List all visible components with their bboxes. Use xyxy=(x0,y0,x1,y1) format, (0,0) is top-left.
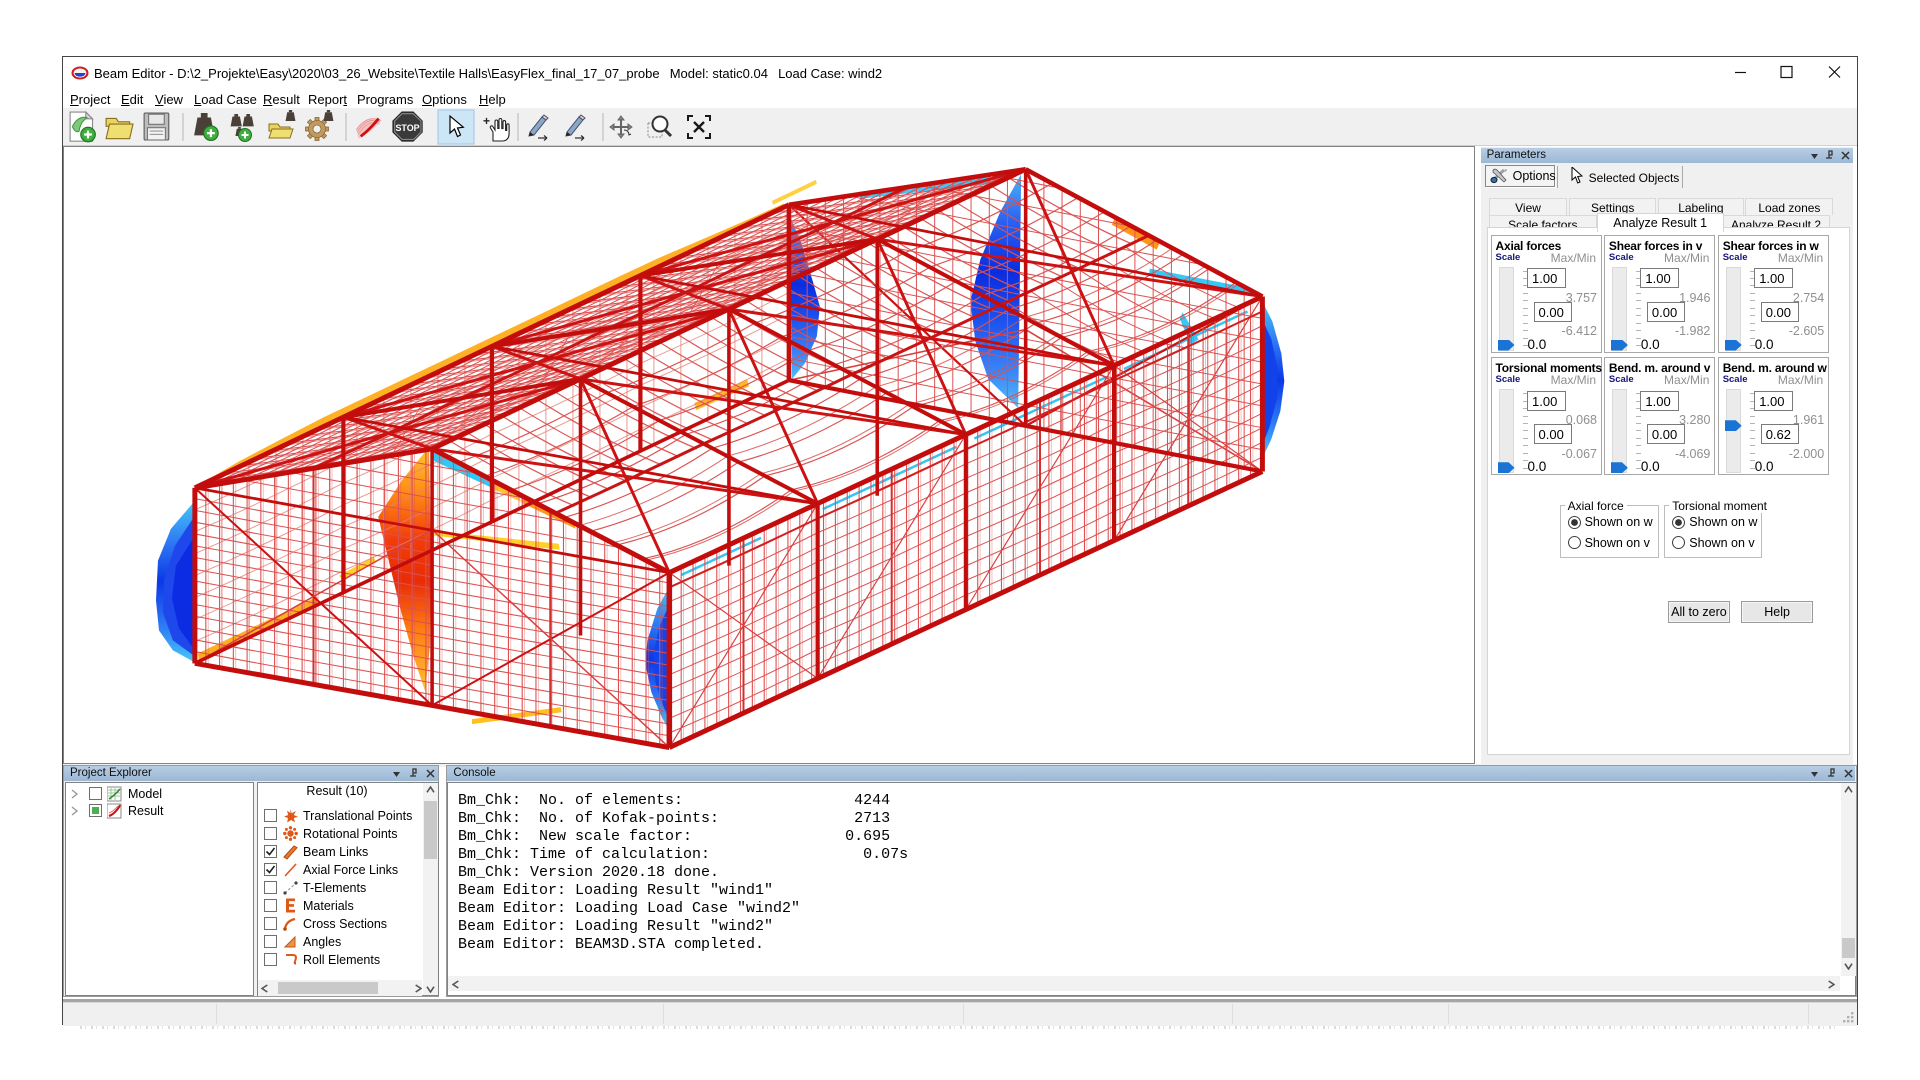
svg-text:STOP: STOP xyxy=(395,123,419,133)
svg-text:+: + xyxy=(483,114,490,128)
